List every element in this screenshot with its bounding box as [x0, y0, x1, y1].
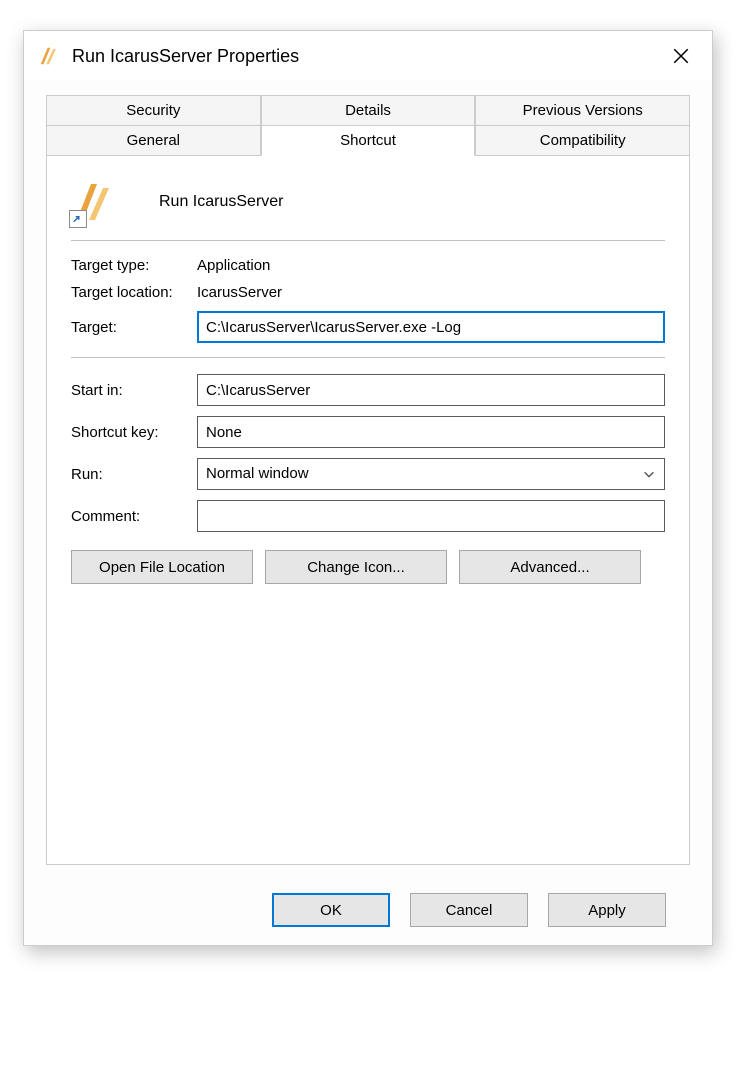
shortcut-arrow-icon — [69, 210, 87, 228]
target-location-label: Target location: — [71, 284, 197, 301]
tab-security[interactable]: Security — [46, 95, 261, 126]
row-target-location: Target location: IcarusServer — [71, 284, 665, 301]
header-row: Run IcarusServer — [71, 178, 665, 241]
comment-label: Comment: — [71, 508, 197, 525]
dialog-footer: OK Cancel Apply — [46, 875, 690, 927]
program-icon — [71, 178, 119, 226]
tab-compatibility[interactable]: Compatibility — [475, 125, 690, 156]
row-run: Run: Normal window — [71, 458, 665, 490]
target-input[interactable] — [197, 311, 665, 343]
tab-strip: Security Details Previous Versions Gener… — [46, 95, 690, 156]
separator — [71, 357, 665, 358]
tab-previous-versions[interactable]: Previous Versions — [475, 95, 690, 126]
chevron-down-icon — [642, 467, 656, 481]
close-button[interactable] — [666, 41, 696, 71]
window-title: Run IcarusServer Properties — [72, 46, 666, 67]
tab-body: Run IcarusServer Target type: Applicatio… — [46, 156, 690, 865]
action-button-row: Open File Location Change Icon... Advanc… — [71, 550, 665, 584]
target-type-value: Application — [197, 257, 270, 274]
target-type-label: Target type: — [71, 257, 197, 274]
shortcut-key-input[interactable] — [197, 416, 665, 448]
close-icon — [672, 47, 690, 65]
row-start-in: Start in: — [71, 374, 665, 406]
target-location-value: IcarusServer — [197, 284, 282, 301]
row-target: Target: — [71, 311, 665, 343]
run-select-value: Normal window — [206, 464, 309, 484]
open-file-location-button[interactable]: Open File Location — [71, 550, 253, 584]
run-label: Run: — [71, 466, 197, 483]
properties-window: Run IcarusServer Properties Security Det… — [23, 30, 713, 946]
start-in-label: Start in: — [71, 382, 197, 399]
apply-button[interactable]: Apply — [548, 893, 666, 927]
tab-general[interactable]: General — [46, 125, 261, 156]
target-label: Target: — [71, 319, 197, 336]
client-area: Security Details Previous Versions Gener… — [24, 79, 712, 945]
tab-details[interactable]: Details — [261, 95, 476, 126]
ok-button[interactable]: OK — [272, 893, 390, 927]
comment-input[interactable] — [197, 500, 665, 532]
titlebar: Run IcarusServer Properties — [24, 31, 712, 79]
shortcut-key-label: Shortcut key: — [71, 424, 197, 441]
row-shortcut-key: Shortcut key: — [71, 416, 665, 448]
row-comment: Comment: — [71, 500, 665, 532]
advanced-button[interactable]: Advanced... — [459, 550, 641, 584]
app-icon — [38, 45, 60, 67]
tab-shortcut[interactable]: Shortcut — [261, 125, 476, 156]
change-icon-button[interactable]: Change Icon... — [265, 550, 447, 584]
start-in-input[interactable] — [197, 374, 665, 406]
cancel-button[interactable]: Cancel — [410, 893, 528, 927]
run-select[interactable]: Normal window — [197, 458, 665, 490]
row-target-type: Target type: Application — [71, 257, 665, 274]
shortcut-name: Run IcarusServer — [159, 193, 284, 211]
